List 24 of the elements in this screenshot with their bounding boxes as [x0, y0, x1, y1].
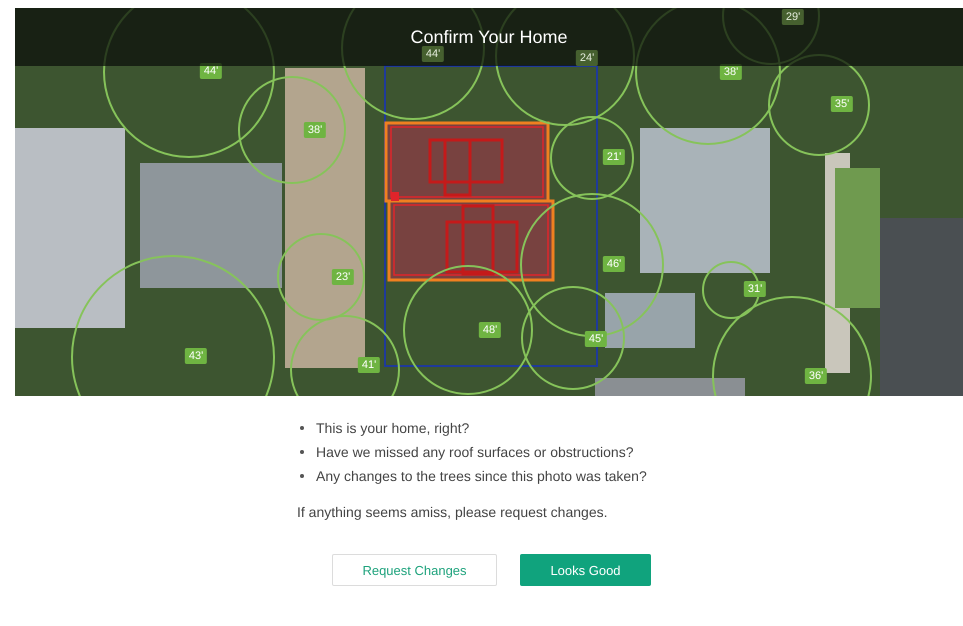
question-text: This is your home, right? — [316, 420, 470, 436]
tree-height-label: 21' — [602, 149, 626, 165]
tree-height-label: 45' — [584, 331, 608, 347]
tree-height-label: 23' — [332, 269, 354, 285]
tree-height-label: 41' — [358, 357, 380, 373]
confirm-button[interactable]: Looks Good — [520, 554, 651, 586]
tree-height-label: 38' — [304, 122, 326, 138]
question-text: Have we missed any roof surfaces or obstructions? — [316, 444, 634, 460]
bullet-icon — [300, 450, 304, 454]
bullet-icon — [300, 426, 304, 430]
tree-height-label: 31' — [744, 281, 766, 297]
bullet-icon — [300, 474, 304, 478]
tree-height-label: 35' — [830, 96, 854, 112]
tree-height-label: 48' — [478, 322, 502, 338]
page-title: Confirm Your Home — [410, 26, 568, 48]
tree-height-label: 44' — [422, 46, 444, 62]
instruction-text: If anything seems amiss, please request changes. — [297, 504, 609, 520]
tree-height-label: 29' — [782, 9, 804, 25]
tree-height-label: 43' — [184, 348, 208, 364]
request-changes-button[interactable]: Request Changes — [332, 554, 497, 586]
tree-height-label: 36' — [804, 368, 828, 384]
question-text: Any changes to the trees since this photo was taken? — [316, 468, 647, 484]
tree-height-label: 24' — [576, 50, 598, 66]
tree-height-label: 46' — [602, 256, 626, 272]
